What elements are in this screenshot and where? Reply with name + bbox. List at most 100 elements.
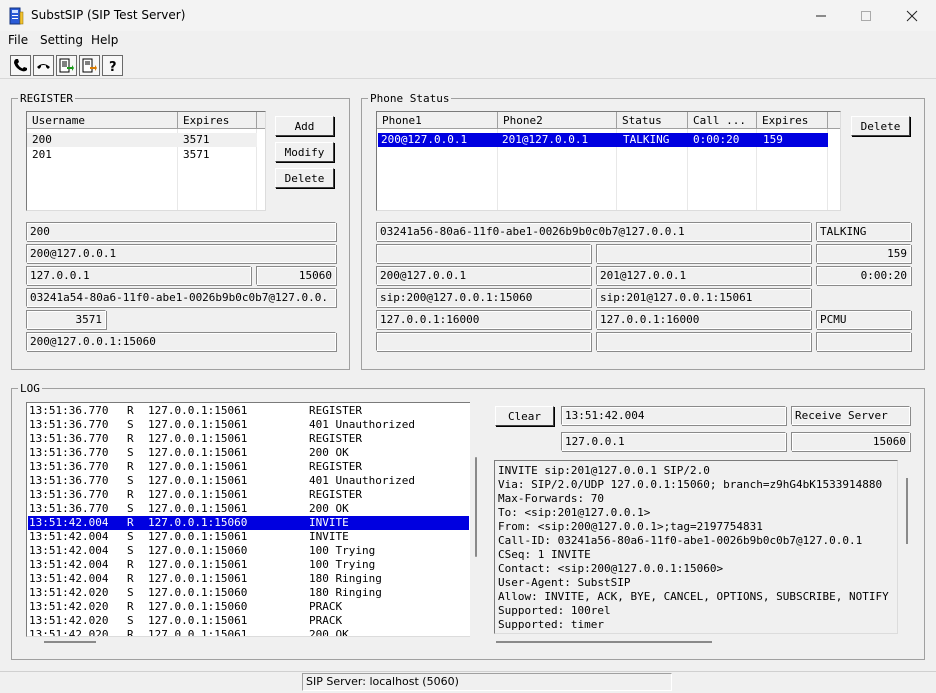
log-dir: R — [127, 628, 134, 637]
log-row[interactable]: 13:51:42.020 S 127.0.0.1:15061 PRACK — [28, 614, 469, 628]
empty-field[interactable] — [376, 332, 591, 351]
call-status-field[interactable]: TALKING — [816, 222, 911, 241]
log-addr: 127.0.0.1:15061 — [148, 460, 248, 473]
column-expires[interactable]: Expires — [757, 112, 828, 129]
log-ip-field[interactable]: 127.0.0.1 — [561, 432, 786, 451]
empty-field[interactable] — [376, 244, 591, 263]
log-row[interactable]: 13:51:36.770 R 127.0.0.1:15061 REGISTER — [28, 460, 469, 474]
import-button[interactable] — [56, 55, 77, 76]
log-row[interactable]: 13:51:42.004 R 127.0.0.1:15061 180 Ringing — [28, 572, 469, 586]
message-vscroll-thumb[interactable] — [906, 478, 908, 544]
log-msg: 180 Ringing — [309, 572, 382, 585]
log-row[interactable]: 13:51:42.020 S 127.0.0.1:15060 180 Ringing — [28, 586, 469, 600]
help-button[interactable]: ? — [102, 55, 123, 76]
call-duration-field[interactable]: 0:00:20 — [816, 266, 911, 285]
table-row[interactable]: 201 3571 — [27, 148, 257, 162]
call-to-field[interactable]: 201@127.0.0.1 — [596, 266, 811, 285]
register-ip-field[interactable]: 127.0.0.1 — [26, 266, 251, 285]
table-row[interactable]: 200 3571 — [27, 133, 257, 147]
log-port-field[interactable]: 15060 — [791, 432, 910, 451]
log-row-selected[interactable]: 13:51:42.004 R 127.0.0.1:15060 INVITE — [28, 516, 469, 530]
scrollbar-thumb[interactable] — [475, 457, 477, 557]
register-expires-field[interactable]: 3571 — [26, 310, 106, 329]
phone-icon — [14, 59, 27, 72]
register-aor-field[interactable]: 200@127.0.0.1 — [26, 244, 336, 263]
message-hscroll-thumb[interactable] — [496, 641, 712, 643]
phone-status-list[interactable]: Phone1 Phone2 Status Call ... Expires 20… — [376, 111, 841, 211]
call-id-field[interactable]: 03241a56-80a6-11f0-abe1-0026b9b0c0b7@127… — [376, 222, 811, 241]
log-list[interactable]: 13:51:36.770 R 127.0.0.1:15061 REGISTER 13:5… — [26, 402, 471, 637]
clear-button[interactable]: Clear — [495, 406, 554, 426]
log-row[interactable]: 13:51:36.770 S 127.0.0.1:15061 200 OK — [28, 502, 469, 516]
log-row[interactable]: 13:51:36.770 S 127.0.0.1:15061 401 Unauthor… — [28, 474, 469, 488]
log-dir: R — [127, 460, 134, 473]
log-row[interactable]: 13:51:36.770 S 127.0.0.1:15061 401 Unauthor… — [28, 418, 469, 432]
call-expires-field[interactable]: 159 — [816, 244, 911, 263]
register-contact-field[interactable]: 200@127.0.0.1:15060 — [26, 332, 336, 351]
log-msg: 100 Trying — [309, 544, 376, 557]
rtp2-field[interactable]: 127.0.0.1:16000 — [596, 310, 811, 329]
message-line: User-Agent: SubstSIP — [498, 576, 631, 589]
menu-bar — [0, 31, 936, 52]
empty-field[interactable] — [596, 244, 811, 263]
maximize-button[interactable] — [843, 0, 889, 31]
log-time-field[interactable]: 13:51:42.004 — [561, 406, 786, 425]
modify-button[interactable]: Modify — [275, 142, 334, 162]
empty-field[interactable] — [816, 332, 911, 351]
log-addr: 127.0.0.1:15060 — [148, 516, 248, 529]
codec-field[interactable]: PCMU — [816, 310, 911, 329]
export-button[interactable] — [79, 55, 100, 76]
log-row[interactable]: 13:51:42.004 S 127.0.0.1:15061 INVITE — [28, 530, 469, 544]
log-row[interactable]: 13:51:42.020 R 127.0.0.1:15061 200 OK — [28, 628, 469, 637]
register-username-field[interactable]: 200 — [26, 222, 336, 241]
sip-message-view[interactable]: INVITE sip:201@127.0.0.1 SIP/2.0 Via: SIP… — [494, 460, 898, 634]
delete-call-button[interactable]: Delete — [851, 116, 910, 136]
column-phone1[interactable]: Phone1 — [377, 112, 498, 129]
register-list[interactable]: Username Expires 200 3571 201 3571 — [26, 111, 266, 211]
log-hscroll-thumb[interactable] — [44, 641, 96, 643]
log-row[interactable]: 13:51:36.770 R 127.0.0.1:15061 REGISTER — [28, 404, 469, 418]
column-phone2[interactable]: Phone2 — [498, 112, 617, 129]
column-username[interactable]: Username — [27, 112, 178, 129]
close-button[interactable] — [889, 0, 935, 31]
log-row[interactable]: 13:51:36.770 R 127.0.0.1:15061 REGISTER — [28, 488, 469, 502]
log-time: 13:51:42.020 — [29, 628, 109, 637]
log-dir: R — [127, 600, 134, 613]
hangup-button[interactable] — [33, 55, 54, 76]
log-addr: 127.0.0.1:15061 — [148, 572, 248, 585]
column-status[interactable]: Status — [617, 112, 688, 129]
contact2-field[interactable]: sip:201@127.0.0.1:15061 — [596, 288, 811, 307]
log-row[interactable]: 13:51:42.004 R 127.0.0.1:15061 100 Trying — [28, 558, 469, 572]
column-call-time[interactable]: Call ... — [688, 112, 757, 129]
call-from-field[interactable]: 200@127.0.0.1 — [376, 266, 591, 285]
cell-expires: 3571 — [183, 133, 210, 146]
menu-setting[interactable]: Setting — [40, 33, 83, 47]
app-icon — [9, 7, 24, 25]
log-direction-field[interactable]: Receive Server — [791, 406, 910, 425]
register-port-field[interactable]: 15060 — [256, 266, 336, 285]
call-button[interactable] — [10, 55, 31, 76]
menu-file[interactable]: File — [8, 33, 28, 47]
table-row-selected[interactable]: 200@127.0.0.1 201@127.0.0.1 TALKING 0:00… — [378, 133, 828, 147]
log-scrollbar[interactable] — [470, 402, 480, 637]
log-msg: 100 Trying — [309, 558, 376, 571]
column-expires[interactable]: Expires — [178, 112, 257, 129]
minimize-button[interactable] — [798, 0, 844, 31]
log-row[interactable]: 13:51:36.770 R 127.0.0.1:15061 REGISTER — [28, 432, 469, 446]
contact1-field[interactable]: sip:200@127.0.0.1:15060 — [376, 288, 591, 307]
register-callid-field[interactable]: 03241a54-80a6-11f0-abe1-0026b9b0c0b7@127… — [26, 288, 336, 307]
cell-call-time: 0:00:20 — [693, 133, 740, 146]
log-msg: INVITE — [309, 516, 349, 529]
menu-help[interactable]: Help — [91, 33, 118, 47]
log-row[interactable]: 13:51:42.004 S 127.0.0.1:15060 100 Trying — [28, 544, 469, 558]
delete-register-button[interactable]: Delete — [275, 168, 334, 188]
empty-field[interactable] — [596, 332, 811, 351]
register-group-label: REGISTER — [18, 92, 75, 105]
log-row[interactable]: 13:51:42.020 R 127.0.0.1:15060 PRACK — [28, 600, 469, 614]
log-addr: 127.0.0.1:15061 — [148, 418, 248, 431]
log-row[interactable]: 13:51:36.770 S 127.0.0.1:15061 200 OK — [28, 446, 469, 460]
rtp1-field[interactable]: 127.0.0.1:16000 — [376, 310, 591, 329]
log-time: 13:51:36.770 — [29, 446, 109, 459]
add-button[interactable]: Add — [275, 116, 334, 136]
toolbar — [0, 52, 936, 79]
